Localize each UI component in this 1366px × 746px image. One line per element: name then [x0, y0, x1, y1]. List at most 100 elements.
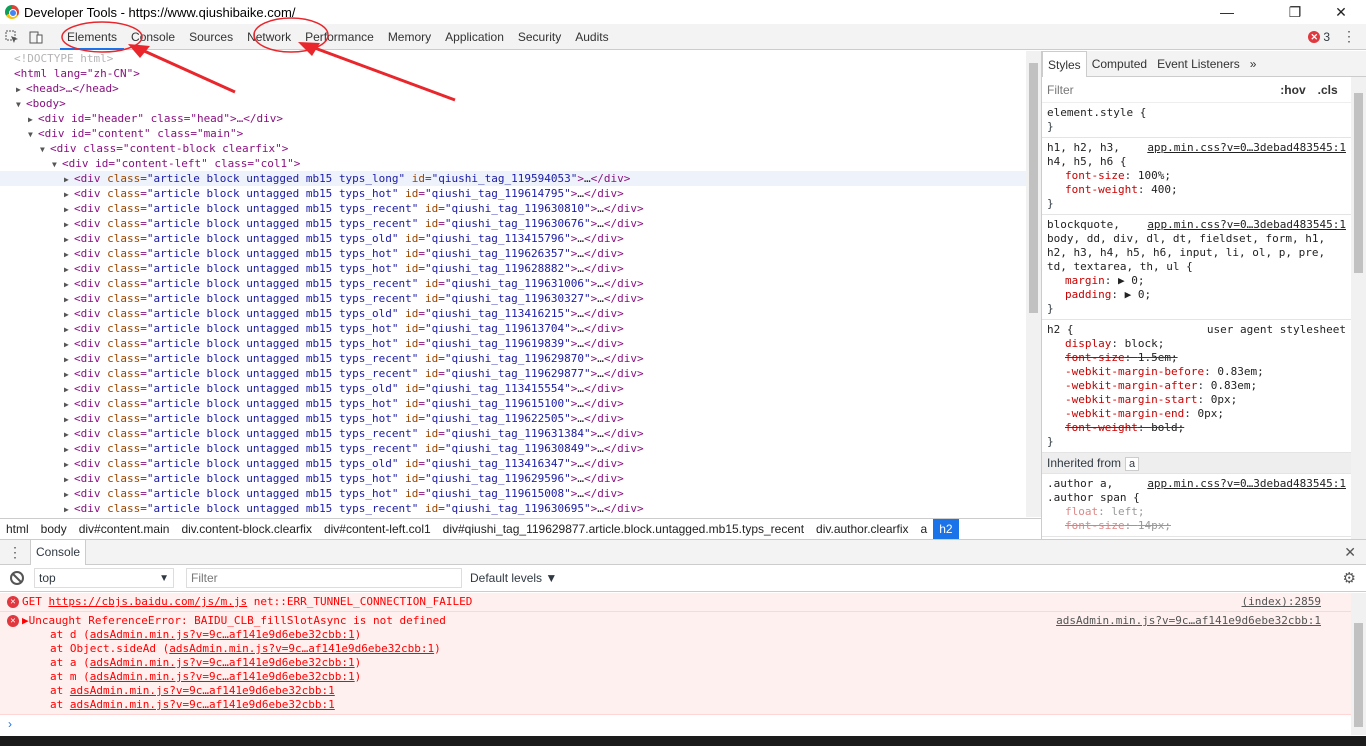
collapse-triangle-icon[interactable]: ▶	[64, 217, 74, 232]
tab-event-listeners[interactable]: Event Listeners	[1152, 51, 1245, 77]
style-property[interactable]: font-size: 14px;	[1047, 519, 1346, 533]
breadcrumb-item[interactable]: div.author.clearfix	[810, 519, 915, 540]
collapse-triangle-icon[interactable]: ▶	[64, 442, 74, 457]
collapse-triangle-icon[interactable]: ▶	[64, 367, 74, 382]
dom-node-article[interactable]: ▶ <div class="article block untagged mb15…	[0, 471, 1026, 486]
dom-node-article[interactable]: ▶ <div class="article block untagged mb15…	[0, 261, 1026, 276]
collapse-triangle-icon[interactable]: ▶	[64, 187, 74, 202]
expand-triangle-icon[interactable]: ▼	[28, 127, 38, 142]
dom-node-article[interactable]: ▶ <div class="article block untagged mb15…	[0, 201, 1026, 216]
breadcrumb-item[interactable]: h2	[933, 518, 959, 540]
collapse-triangle-icon[interactable]: ▶	[64, 172, 74, 187]
clear-console-icon[interactable]	[10, 571, 24, 585]
collapse-triangle-icon[interactable]: ▶	[64, 232, 74, 247]
dom-node-article[interactable]: ▶ <div class="article block untagged mb15…	[0, 246, 1026, 261]
collapse-triangle-icon[interactable]: ▶	[64, 382, 74, 397]
tab-network[interactable]: Network	[240, 24, 298, 50]
stylesheet-link[interactable]: app.min.css?v=0…3debad483545:1	[1147, 218, 1346, 232]
styles-filter-input[interactable]: Filter	[1047, 83, 1074, 97]
style-property[interactable]: -webkit-margin-after: 0.83em;	[1047, 379, 1346, 393]
hov-toggle[interactable]: :hov	[1280, 83, 1305, 97]
dom-node-article[interactable]: ▶ <div class="article block untagged mb15…	[0, 171, 1026, 186]
dom-node-article[interactable]: ▶ <div class="article block untagged mb15…	[0, 381, 1026, 396]
collapse-triangle-icon[interactable]: ▶	[64, 427, 74, 442]
source-location-link[interactable]: (index):2859	[1242, 595, 1321, 609]
stylesheet-link[interactable]: app.min.css?v=0…3debad483545:1	[1147, 141, 1346, 155]
collapse-triangle-icon[interactable]: ▶	[64, 262, 74, 277]
maximize-icon[interactable]: ❐	[1272, 0, 1318, 24]
stack-frame-link[interactable]: adsAdmin.min.js?v=9c…af141e9d6ebe32cbb:1	[70, 698, 335, 711]
styles-scrollbar[interactable]	[1351, 77, 1366, 539]
dom-node-article[interactable]: ▶ <div class="article block untagged mb15…	[0, 486, 1026, 501]
dom-node[interactable]: ▶ <head>…</head>	[0, 81, 1026, 96]
source-location-link[interactable]: adsAdmin.min.js?v=9c…af141e9d6ebe32cbb:1	[1056, 614, 1321, 628]
style-property[interactable]: font-size: 100%;	[1047, 169, 1346, 183]
stack-frame-link[interactable]: adsAdmin.min.js?v=9c…af141e9d6ebe32cbb:1	[169, 642, 434, 655]
collapse-triangle-icon[interactable]: ▶	[64, 202, 74, 217]
dom-node[interactable]: ▼ <div id="content" class="main">	[0, 126, 1026, 141]
collapse-triangle-icon[interactable]: ▶	[64, 277, 74, 292]
stack-frame-link[interactable]: adsAdmin.min.js?v=9c…af141e9d6ebe32cbb:1	[70, 684, 335, 697]
minimize-icon[interactable]: —	[1204, 0, 1250, 24]
breadcrumb-item[interactable]: div#content-left.col1	[318, 519, 437, 540]
error-counter[interactable]: ✕ 3	[1308, 30, 1330, 44]
tab-elements[interactable]: Elements	[60, 24, 125, 50]
dom-node-article[interactable]: ▶ <div class="article block untagged mb15…	[0, 231, 1026, 246]
stack-frame-link[interactable]: adsAdmin.min.js?v=9c…af141e9d6ebe32cbb:1	[90, 656, 355, 669]
collapse-triangle-icon[interactable]: ▶	[64, 487, 74, 502]
stack-frame-link[interactable]: adsAdmin.min.js?v=9c…af141e9d6ebe32cbb:1	[90, 628, 355, 641]
collapse-triangle-icon[interactable]: ▶	[64, 397, 74, 412]
console-settings-gear-icon[interactable]: ⚙	[1343, 569, 1356, 587]
device-toolbar-icon[interactable]	[24, 24, 48, 50]
inspect-element-icon[interactable]	[0, 24, 24, 50]
breadcrumb-item[interactable]: div#content.main	[73, 519, 176, 540]
tab-memory[interactable]: Memory	[381, 24, 438, 50]
collapse-triangle-icon[interactable]: ▶	[64, 247, 74, 262]
tab-audits[interactable]: Audits	[568, 24, 615, 50]
collapse-triangle-icon[interactable]: ▶	[16, 82, 26, 97]
collapse-triangle-icon[interactable]: ▶	[64, 472, 74, 487]
dom-node-article[interactable]: ▶ <div class="article block untagged mb15…	[0, 351, 1026, 366]
style-property[interactable]: font-weight: 400;	[1047, 183, 1346, 197]
dom-node-article[interactable]: ▶ <div class="article block untagged mb15…	[0, 291, 1026, 306]
dom-node-article[interactable]: ▶ <div class="article block untagged mb15…	[0, 441, 1026, 456]
tab-performance[interactable]: Performance	[298, 24, 381, 50]
dom-node[interactable]: ▼ <body>	[0, 96, 1026, 111]
collapse-triangle-icon[interactable]: ▶	[64, 502, 74, 517]
tab-security[interactable]: Security	[511, 24, 568, 50]
collapse-triangle-icon[interactable]: ▶	[64, 337, 74, 352]
drawer-menu-icon[interactable]: ⋮	[0, 544, 30, 561]
dom-node-article[interactable]: ▶ <div class="article block untagged mb15…	[0, 321, 1026, 336]
tab-sources[interactable]: Sources	[182, 24, 240, 50]
cls-toggle[interactable]: .cls	[1318, 83, 1338, 97]
style-property[interactable]: margin: ▶ 0;	[1047, 274, 1346, 288]
dom-tree-scrollbar[interactable]	[1026, 51, 1041, 517]
dom-doctype[interactable]: <!DOCTYPE html>	[0, 51, 1026, 66]
dom-node[interactable]: <html lang="zh-CN">	[0, 66, 1026, 81]
tab-console-drawer[interactable]: Console	[30, 539, 87, 565]
collapse-triangle-icon[interactable]: ▶	[64, 292, 74, 307]
expand-triangle-icon[interactable]: ▼	[40, 142, 50, 157]
stack-frame-link[interactable]: adsAdmin.min.js?v=9c…af141e9d6ebe32cbb:1	[90, 670, 355, 683]
collapse-triangle-icon[interactable]: ▶	[64, 412, 74, 427]
tab-console[interactable]: Console	[124, 24, 182, 50]
rule-selector[interactable]: element.style {	[1047, 106, 1346, 120]
console-scrollbar[interactable]	[1351, 593, 1366, 735]
collapse-triangle-icon[interactable]: ▶	[64, 322, 74, 337]
context-selector[interactable]: top ▼	[34, 568, 174, 588]
breadcrumb-item[interactable]: html	[0, 519, 35, 540]
tab-styles[interactable]: Styles	[1042, 51, 1087, 77]
tab-computed[interactable]: Computed	[1087, 51, 1152, 77]
dom-node-article[interactable]: ▶ <div class="article block untagged mb15…	[0, 501, 1026, 516]
style-property[interactable]: padding: ▶ 0;	[1047, 288, 1346, 302]
style-property[interactable]: font-weight: bold;	[1047, 421, 1346, 435]
close-window-icon[interactable]: ✕	[1318, 0, 1364, 24]
close-drawer-icon[interactable]: ✕	[1344, 544, 1356, 561]
tab-application[interactable]: Application	[438, 24, 511, 50]
stylesheet-link[interactable]: app.min.css?v=0…3debad483545:1	[1147, 477, 1346, 491]
request-url-link[interactable]: https://cbjs.baidu.com/js/m.js	[49, 595, 248, 608]
dom-node[interactable]: ▼ <div id="content-left" class="col1">	[0, 156, 1026, 171]
expand-triangle-icon[interactable]: ▼	[16, 97, 26, 112]
more-tabs-icon[interactable]: »	[1245, 51, 1262, 77]
dom-node-article[interactable]: ▶ <div class="article block untagged mb15…	[0, 366, 1026, 381]
